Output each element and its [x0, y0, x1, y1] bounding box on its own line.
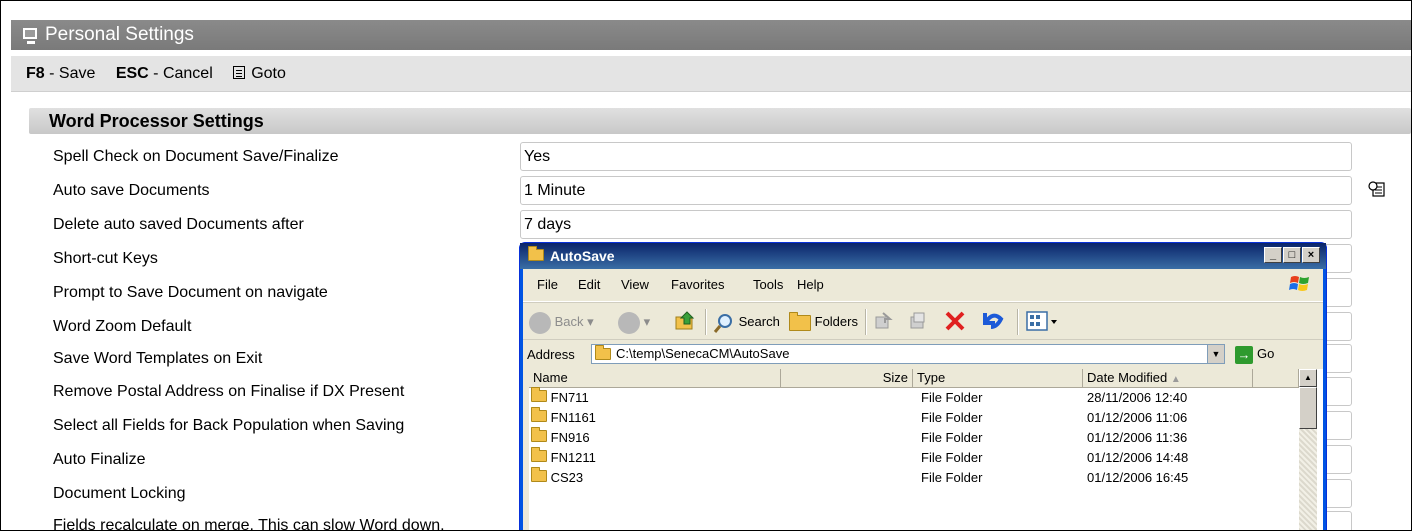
- views-button[interactable]: [1025, 309, 1059, 331]
- save-command[interactable]: F8 - Save: [26, 56, 95, 92]
- setting-label: Save Word Templates on Exit: [53, 350, 263, 367]
- setting-label: Spell Check on Document Save/Finalize: [53, 148, 339, 165]
- folder-icon: [531, 407, 547, 422]
- menu-help[interactable]: Help: [797, 277, 824, 292]
- address-label: Address: [527, 347, 575, 362]
- spell-check-field[interactable]: Yes: [520, 142, 1352, 171]
- column-type[interactable]: Type: [913, 369, 1083, 387]
- toolbar-separator: [1017, 309, 1019, 335]
- setting-label: Fields recalculate on merge. This can sl…: [53, 517, 445, 531]
- go-arrow-icon: →: [1235, 345, 1253, 364]
- table-row[interactable]: FN711 File Folder 28/11/2006 12:40: [529, 387, 1299, 407]
- delete-icon: [945, 311, 965, 331]
- explorer-titlebar[interactable]: AutoSave _ □ ×: [520, 243, 1326, 269]
- undo-button[interactable]: [979, 309, 1005, 331]
- command-toolbar: F8 - Save ESC - Cancel Goto: [11, 56, 1411, 92]
- sort-ascending-icon: ▲: [1170, 374, 1181, 385]
- column-size[interactable]: Size: [781, 369, 913, 387]
- list-icon: [233, 66, 246, 79]
- toolbar-separator: [865, 309, 867, 335]
- windows-logo-icon: [1289, 276, 1309, 291]
- setting-label: Auto Finalize: [53, 451, 146, 468]
- up-folder-button[interactable]: [673, 309, 697, 331]
- move-to-button[interactable]: [873, 311, 893, 333]
- folder-icon: [531, 467, 547, 482]
- back-button[interactable]: Back ▾: [529, 311, 594, 334]
- table-row[interactable]: FN1211 File Folder 01/12/2006 14:48: [529, 447, 1299, 467]
- menu-edit[interactable]: Edit: [578, 277, 600, 292]
- toolbar-separator: [705, 309, 707, 335]
- folder-icon: [528, 246, 544, 261]
- scroll-thumb[interactable]: [1299, 387, 1317, 429]
- setting-label: Prompt to Save Document on navigate: [53, 284, 328, 301]
- scroll-up-icon[interactable]: ▲: [1299, 369, 1317, 387]
- folder-icon: [531, 387, 547, 402]
- column-date-modified[interactable]: Date Modified ▲: [1083, 369, 1253, 387]
- folder-up-icon: [675, 311, 695, 330]
- maximize-button[interactable]: □: [1283, 247, 1301, 263]
- menu-favorites[interactable]: Favorites: [671, 277, 724, 292]
- column-name[interactable]: Name: [529, 369, 781, 387]
- folder-icon: [595, 345, 611, 360]
- vertical-scrollbar[interactable]: ▲: [1299, 369, 1317, 530]
- explorer-window: AutoSave _ □ × File Edit View Favorites To…: [519, 242, 1327, 530]
- minimize-button[interactable]: _: [1264, 247, 1282, 263]
- table-row[interactable]: FN1161 File Folder 01/12/2006 11:06: [529, 407, 1299, 427]
- list-header: Name Size Type Date Modified ▲: [529, 369, 1299, 388]
- cancel-command[interactable]: ESC - Cancel: [116, 56, 213, 92]
- explorer-toolbar: Back ▾ ▾ Search Folders: [523, 302, 1323, 339]
- search-button[interactable]: Search: [713, 311, 780, 333]
- forward-arrow-icon: [618, 311, 640, 334]
- menu-file[interactable]: File: [537, 277, 558, 292]
- setting-label: Delete auto saved Documents after: [53, 216, 304, 233]
- monitor-icon: [23, 28, 37, 44]
- setting-label: Auto save Documents: [53, 182, 210, 199]
- setting-label: Document Locking: [53, 485, 186, 502]
- explorer-body: File Edit View Favorites Tools Help Back…: [523, 269, 1323, 530]
- go-button[interactable]: → Go: [1235, 344, 1274, 364]
- folder-icon: [531, 427, 547, 442]
- views-icon: [1026, 311, 1057, 331]
- app-frame: Personal Settings F8 - Save ESC - Cancel…: [0, 0, 1412, 531]
- copy-to-icon: [910, 312, 925, 329]
- setting-label: Select all Fields for Back Population wh…: [53, 417, 405, 434]
- menu-tools[interactable]: Tools: [753, 277, 783, 292]
- delete-button[interactable]: [943, 309, 967, 331]
- table-row[interactable]: CS23 File Folder 01/12/2006 16:45: [529, 467, 1299, 487]
- address-value: C:\temp\SenecaCM\AutoSave: [616, 346, 790, 361]
- menu-view[interactable]: View: [621, 277, 649, 292]
- browse-folder-icon[interactable]: [1368, 180, 1386, 198]
- section-header: Word Processor Settings: [29, 108, 1411, 134]
- forward-button[interactable]: ▾: [618, 311, 650, 334]
- column-extra: [1253, 369, 1299, 387]
- auto-save-field[interactable]: 1 Minute: [520, 176, 1352, 205]
- folders-icon: [789, 311, 811, 331]
- explorer-title: AutoSave: [550, 248, 615, 264]
- table-row[interactable]: FN916 File Folder 01/12/2006 11:36: [529, 427, 1299, 447]
- file-list: Name Size Type Date Modified ▲ FN711 Fil…: [529, 369, 1323, 530]
- address-bar: Address C:\temp\SenecaCM\AutoSave ▼ → Go: [523, 339, 1323, 370]
- folders-button[interactable]: Folders: [789, 311, 858, 333]
- undo-icon: [983, 313, 1004, 329]
- setting-label: Short-cut Keys: [53, 250, 158, 267]
- setting-label: Remove Postal Address on Finalise if DX …: [53, 383, 405, 400]
- setting-label: Word Zoom Default: [53, 318, 192, 335]
- back-arrow-icon: [529, 311, 551, 334]
- goto-command[interactable]: Goto: [233, 56, 286, 92]
- address-dropdown-icon[interactable]: ▼: [1207, 345, 1224, 363]
- search-icon: [713, 313, 732, 333]
- move-to-icon: [875, 312, 893, 329]
- copy-to-button[interactable]: [908, 311, 928, 333]
- menu-bar: File Edit View Favorites Tools Help: [523, 269, 1323, 302]
- folder-icon: [531, 447, 547, 462]
- delete-after-field[interactable]: 7 days: [520, 210, 1352, 239]
- close-button[interactable]: ×: [1302, 247, 1320, 263]
- window-title: Personal Settings: [45, 24, 194, 45]
- window-titlebar: Personal Settings: [11, 20, 1411, 50]
- address-input[interactable]: C:\temp\SenecaCM\AutoSave ▼: [591, 344, 1225, 364]
